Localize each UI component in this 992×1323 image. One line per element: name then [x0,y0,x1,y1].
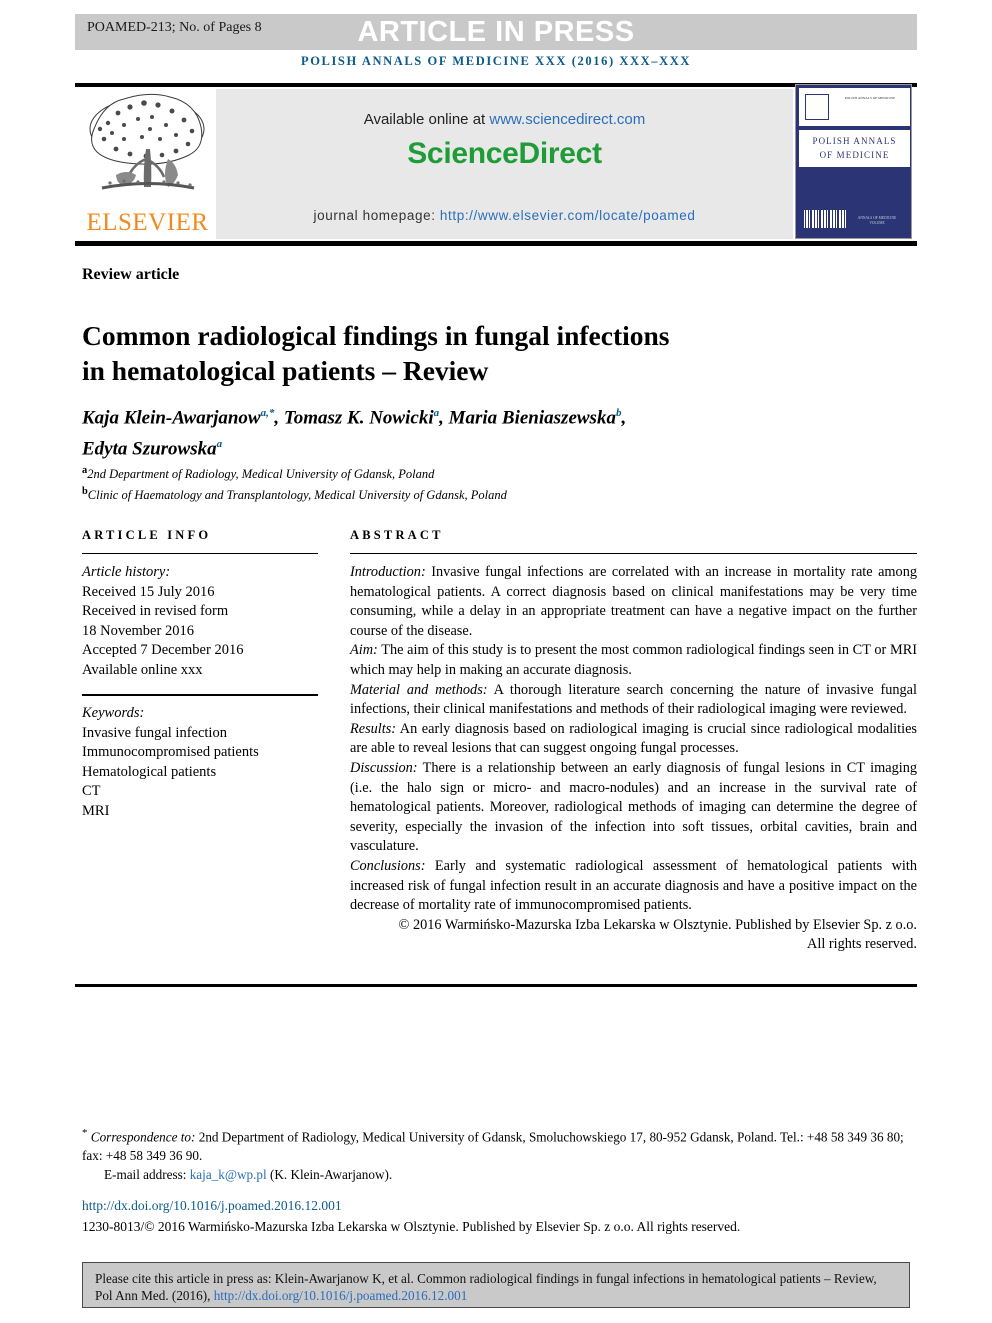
journal-cover-thumbnail: POLISH ANNALS OF MEDICINE POLISH ANNALS … [795,84,912,239]
abstract-section-discussion: Discussion: There is a relationship betw… [350,759,917,857]
history-item-3: Accepted 7 December 2016 [82,642,244,658]
cover-title: POLISH ANNALS OF MEDICINE [799,134,910,162]
footnote-block: * Correspondence to: 2nd Department of R… [82,1124,922,1184]
abstract-label-introduction: Introduction: [350,564,426,580]
correspondence-address: 2nd Department of Radiology, Medical Uni… [82,1129,904,1164]
cite-this-article-box: Please cite this article in press as: Kl… [82,1262,910,1308]
keywords-label: Keywords: [82,705,145,721]
cover-bottom-text: ANNALS OF MEDICINE VOLUME [857,216,897,225]
abstract-label-results: Results: [350,720,397,737]
article-history-label: Article history: [82,564,171,580]
keyword-4: MRI [82,802,110,819]
cover-mini-text: POLISH ANNALS OF MEDICINE [844,96,896,100]
author-list: Kaja Klein-Awarjanowa,*, Tomasz K. Nowic… [82,400,842,463]
elsevier-tree-icon [89,93,205,190]
history-item-1: Received in revised form [82,603,229,619]
author-1-affil-marker: a,* [260,407,275,419]
abstract-copyright-line-2: All rights reserved. [807,936,917,953]
available-online-line: Available online at www.sciencedirect.co… [216,111,793,128]
sciencedirect-wordmark: ScienceDirect [407,137,602,170]
cite-doi-link[interactable]: http://dx.doi.org/10.1016/j.poamed.2016.… [214,1288,468,1303]
abstract-section-conclusions: Conclusions: Early and systematic radiol… [350,857,917,916]
abstract-text-results: An early diagnosis based on radiological… [350,720,917,757]
article-first-page: ARTICLE IN PRESS POAMED-213; No. of Page… [0,0,992,1323]
abstract-rule [350,553,917,554]
article-in-press-banner: ARTICLE IN PRESS POAMED-213; No. of Page… [75,14,917,50]
cover-title-line2: OF MEDICINE [819,150,890,160]
abstract-text-introduction: Invasive fungal infections are correlate… [350,564,917,639]
masthead-bottom-rule [75,241,917,246]
journal-homepage-link[interactable]: http://www.elsevier.com/locate/poamed [440,208,696,223]
affiliation-b: Clinic of Haematology and Transplantolog… [87,488,507,503]
email-note: E-mail address: kaja_k@wp.pl (K. Klein-A… [82,1165,922,1184]
available-online-prefix: Available online at [363,111,490,128]
affiliation-a: 2nd Department of Radiology, Medical Uni… [87,467,435,482]
cite-text: Please cite this article in press as: Kl… [95,1271,877,1303]
email-link[interactable]: kaja_k@wp.pl [190,1167,267,1182]
keywords-rule [82,694,318,696]
article-info-rule [82,553,318,554]
journal-masthead: ELSEVIER Available online at www.science… [75,83,917,246]
affiliation-list: a2nd Department of Radiology, Medical Un… [82,462,842,504]
manuscript-id: POAMED-213; No. of Pages 8 [87,20,262,35]
abstract-text-aim: The aim of this study is to present the … [350,642,917,678]
abstract-label-conclusions: Conclusions: [350,857,426,874]
abstract-column: ABSTRACT Introduction: Invasive fungal i… [350,528,917,955]
author-separator: , [621,407,627,429]
cover-barcode-icon [804,210,846,228]
abstract-label-aim: Aim: [350,642,378,659]
abstract-text-discussion: There is a relationship between an early… [350,759,917,855]
article-info-column: ARTICLE INFO Article history: Received 1… [82,528,318,821]
abstract-section-results: Results: An early diagnosis based on rad… [350,720,917,759]
article-type-label: Review article [82,266,180,283]
abstract-label-discussion: Discussion: [350,759,418,776]
author-2: , Tomasz K. Nowicki [274,407,434,429]
sciencedirect-link[interactable]: www.sciencedirect.com [489,111,645,128]
cover-title-line1: POLISH ANNALS [812,136,897,146]
abstract-section-material-and-methods: Material and methods: A thorough literat… [350,681,917,720]
journal-homepage-line: journal homepage: http://www.elsevier.co… [216,208,793,223]
issn-copyright-line: 1230-8013/© 2016 Warmińsko-Mazurska Izba… [82,1219,741,1234]
keywords-block: Keywords: Invasive fungal infection Immu… [82,704,318,821]
doi-link[interactable]: http://dx.doi.org/10.1016/j.poamed.2016.… [82,1198,342,1214]
page-title: Common radiological findings in fungal i… [82,318,802,388]
correspondence-note: * Correspondence to: 2nd Department of R… [82,1124,922,1165]
abstract-text-conclusions: Early and systematic radiological assess… [350,857,917,914]
journal-homepage-prefix: journal homepage: [313,208,440,223]
author-1: Kaja Klein-Awarjanow [82,407,261,429]
abstract-bottom-rule [75,984,917,987]
title-line-2: in hematological patients – Review [82,355,489,387]
masthead-top-rule [75,83,917,87]
correspondence-label: Correspondence to: [90,1129,196,1145]
running-head: POLISH ANNALS OF MEDICINE XXX (2016) XXX… [300,54,692,68]
sciencedirect-panel: Available online at www.sciencedirect.co… [216,89,793,239]
abstract-section-introduction: Introduction: Invasive fungal infections… [350,563,917,641]
abstract-copyright-line-1: © 2016 Warmińsko-Mazurska Izba Lekarska … [398,916,917,933]
email-suffix: (K. Klein-Awarjanow). [266,1167,393,1183]
author-4: Edyta Szurowska [82,438,217,460]
cover-elsevier-mini-icon [805,94,829,120]
correspondence-marker: * [82,1127,88,1139]
article-info-heading: ARTICLE INFO [82,528,212,542]
cover-top-strip: POLISH ANNALS OF MEDICINE [799,88,910,126]
abstract-section-aim: Aim: The aim of this study is to present… [350,641,917,680]
author-3: , Maria Bieniaszewska [439,407,616,429]
keyword-0: Invasive fungal infection [82,724,227,741]
elsevier-wordmark: ELSEVIER [86,209,209,236]
author-4-affil-marker: a [216,438,223,451]
keyword-3: CT [82,783,101,799]
history-item-4: Available online xxx [82,661,203,678]
abstract-heading: ABSTRACT [350,528,444,542]
history-item-0: Received 15 July 2016 [82,583,215,600]
keyword-2: Hematological patients [82,763,217,780]
keyword-1: Immunocompromised patients [82,744,259,760]
article-history-block: Article history: Received 15 July 2016 R… [82,563,318,680]
elsevier-logo: ELSEVIER [80,89,215,239]
abstract-label-material-and-methods: Material and methods: [350,681,488,698]
title-line-1: Common radiological findings in fungal i… [82,320,670,352]
history-item-2: 18 November 2016 [82,622,194,639]
email-label: E-mail address: [104,1167,187,1183]
cover-title-band: POLISH ANNALS OF MEDICINE [799,130,910,167]
